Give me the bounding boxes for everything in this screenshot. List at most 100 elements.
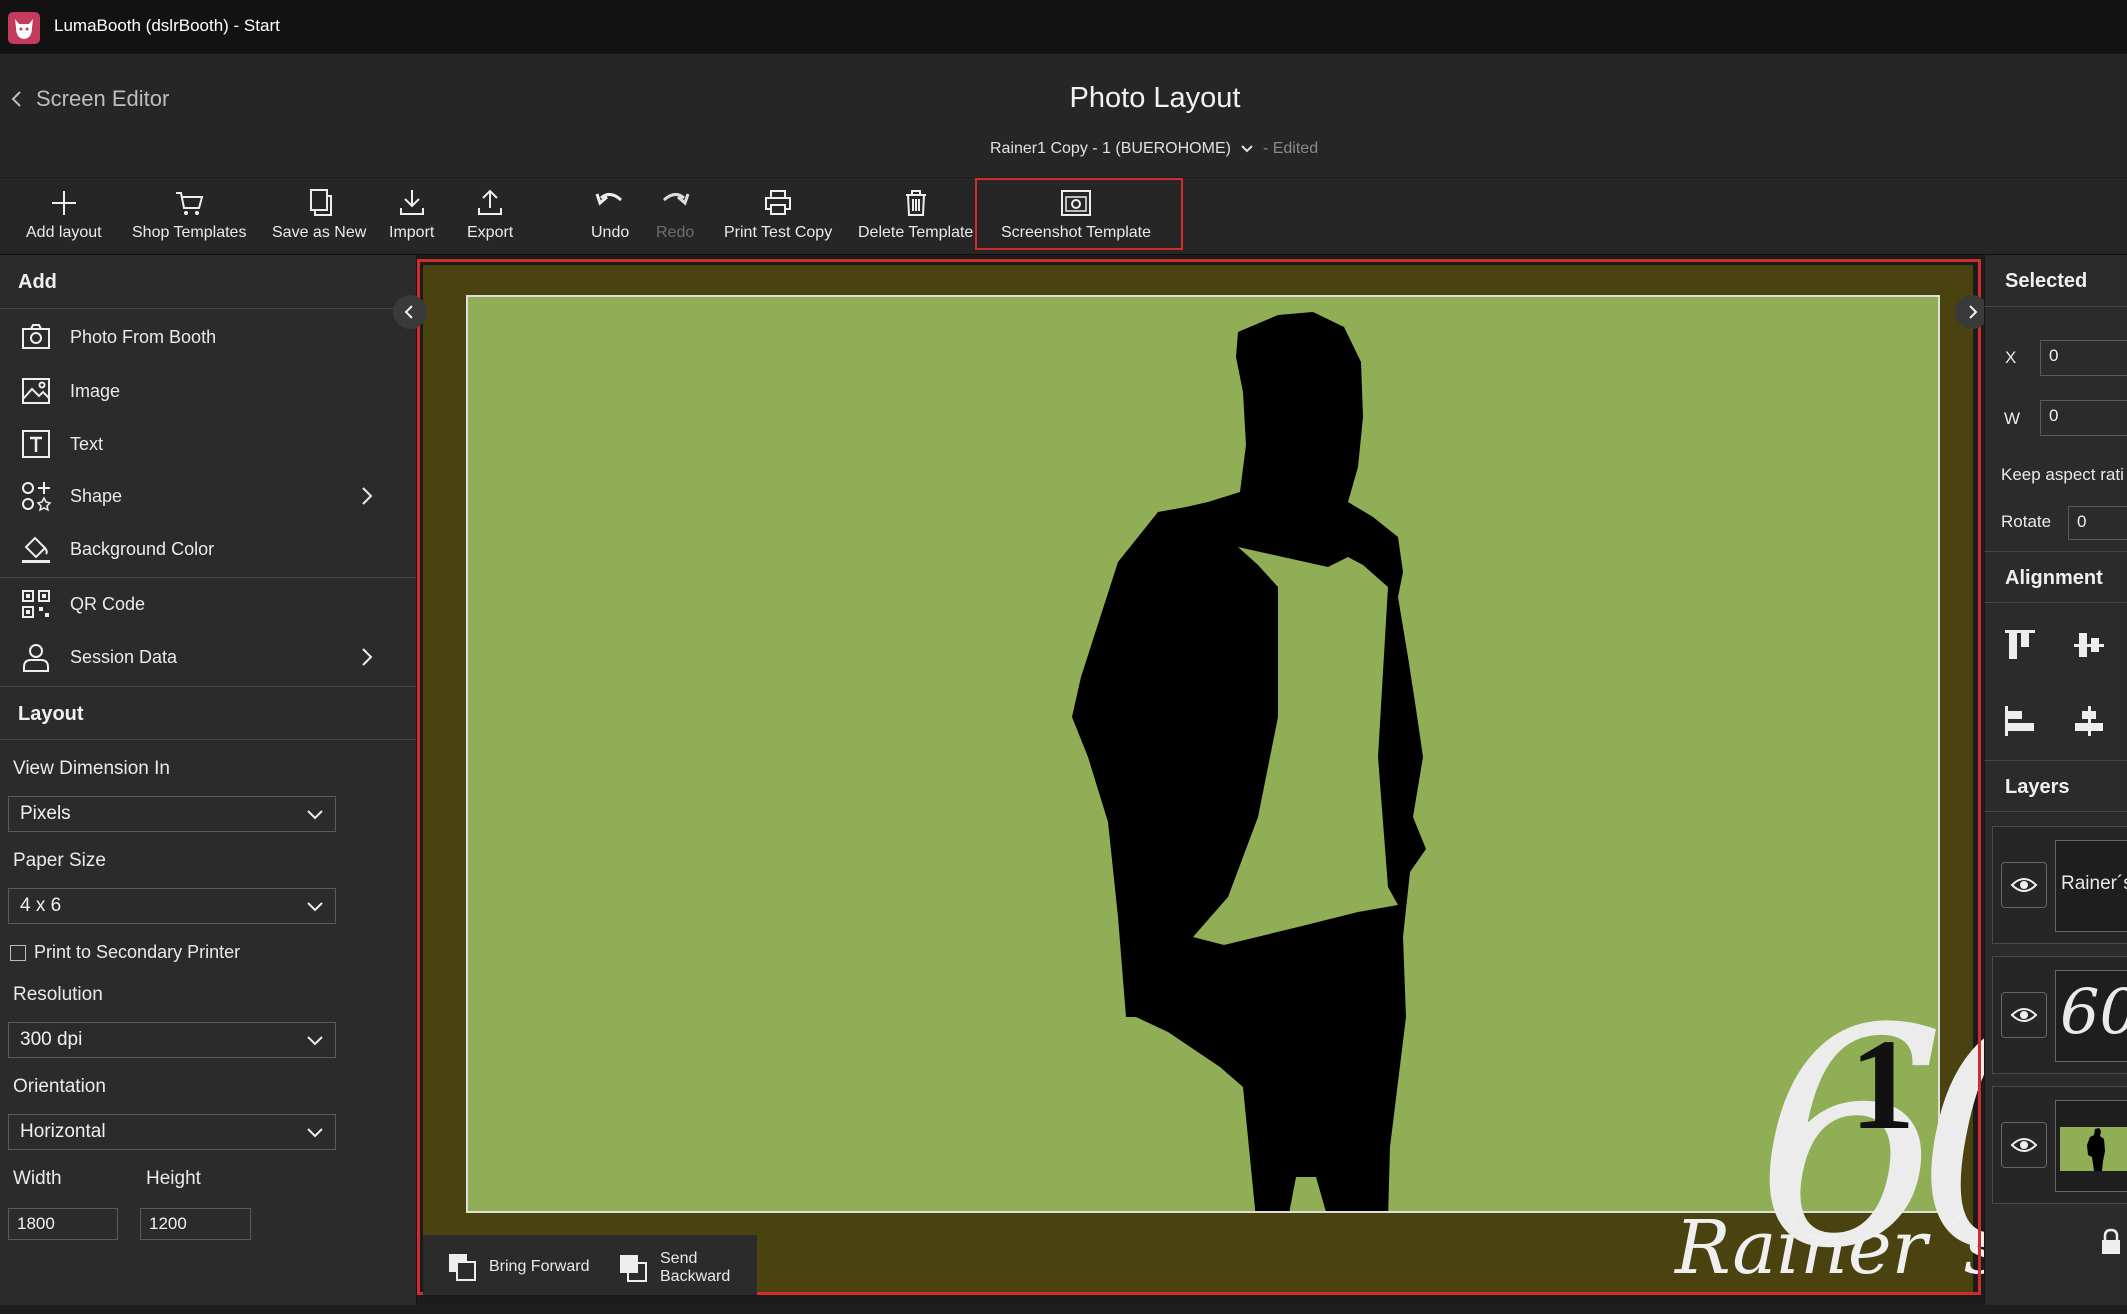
- chevron-down-icon: [307, 902, 323, 912]
- chevron-right-icon: [1969, 305, 1978, 319]
- camera-icon: [22, 324, 50, 349]
- export-button[interactable]: Export: [467, 186, 513, 242]
- shapes-icon: [22, 482, 52, 512]
- width-input[interactable]: 1800: [8, 1208, 118, 1240]
- undo-button[interactable]: Undo: [591, 186, 629, 242]
- add-photo-from-booth[interactable]: Photo From Booth: [0, 311, 416, 363]
- paper-size-select[interactable]: 4 x 6: [8, 888, 336, 924]
- eye-icon: [2010, 1138, 2038, 1152]
- photo-thumbnail: [2060, 1127, 2127, 1171]
- rotate-input[interactable]: 0: [2068, 506, 2127, 540]
- image-icon: [22, 378, 50, 404]
- camera-icon: [1061, 190, 1091, 216]
- width-label: Width: [13, 1168, 62, 1189]
- height-input[interactable]: 1200: [140, 1208, 251, 1240]
- redo-button[interactable]: Redo: [656, 186, 694, 242]
- eye-icon: [2010, 1008, 2038, 1022]
- plus-icon: [51, 191, 76, 215]
- add-shape[interactable]: Shape: [0, 470, 416, 522]
- paint-bucket-icon: [22, 536, 50, 563]
- add-text[interactable]: Text: [0, 418, 416, 470]
- orientation-select[interactable]: Horizontal: [8, 1114, 336, 1150]
- silhouette-icon: [2087, 1128, 2105, 1171]
- template-selector[interactable]: Rainer1 Copy - 1 (BUEROHOME) - Edited: [990, 140, 1318, 158]
- add-session-data[interactable]: Session Data: [0, 631, 416, 683]
- orientation-label: Orientation: [13, 1076, 106, 1097]
- layer-thumbnail-text: 60: [2060, 975, 2127, 1048]
- redo-label: Redo: [656, 224, 695, 241]
- w-input[interactable]: 0: [2040, 400, 2127, 436]
- secondary-printer-label: Print to Secondary Printer: [34, 942, 241, 962]
- upload-icon: [478, 189, 503, 215]
- layer-visibility-toggle[interactable]: [2001, 992, 2047, 1038]
- image-label: Image: [70, 380, 121, 401]
- bring-forward-button[interactable]: Bring Forward: [445, 1250, 589, 1284]
- resolution-label: Resolution: [13, 984, 103, 1005]
- import-button[interactable]: Import: [389, 186, 434, 242]
- rotate-label: Rotate: [2001, 512, 2052, 531]
- collapse-left-panel-button[interactable]: [393, 295, 427, 329]
- printer-icon: [765, 190, 792, 215]
- add-section-heading: Add: [0, 255, 416, 309]
- resolution-select[interactable]: 300 dpi: [8, 1022, 336, 1058]
- bring-forward-icon: [449, 1254, 476, 1281]
- orientation-value: Horizontal: [20, 1121, 106, 1142]
- print-test-copy-button[interactable]: Print Test Copy: [724, 186, 832, 242]
- layer-visibility-toggle[interactable]: [2001, 862, 2047, 908]
- add-qr-code[interactable]: QR Code: [0, 578, 416, 630]
- chevron-down-icon: [307, 810, 323, 820]
- delete-template-label: Delete Template: [858, 224, 974, 241]
- edited-status: - Edited: [1262, 140, 1319, 157]
- view-dimension-label: View Dimension In: [13, 758, 171, 779]
- layer-visibility-toggle[interactable]: [2001, 1122, 2047, 1168]
- view-dimension-value: Pixels: [20, 803, 71, 824]
- alignment-heading: Alignment: [1984, 551, 2127, 603]
- layer-thumbnail: Rainer´s: [2055, 840, 2127, 932]
- align-center-icon[interactable]: [2071, 703, 2107, 739]
- paper-size-label: Paper Size: [13, 850, 106, 871]
- qr-code-label: QR Code: [70, 593, 146, 614]
- redo-icon: [663, 193, 690, 206]
- window-title: LumaBooth (dslrBooth) - Start: [54, 16, 280, 35]
- bring-forward-label: Bring Forward: [489, 1258, 590, 1275]
- align-left-icon[interactable]: [2002, 703, 2038, 739]
- x-input[interactable]: 0: [2040, 340, 2127, 376]
- height-label: Height: [146, 1168, 201, 1189]
- qr-code-icon: [22, 590, 50, 618]
- eye-icon: [2010, 878, 2038, 892]
- export-label: Export: [467, 224, 514, 241]
- send-backward-icon: [620, 1255, 647, 1282]
- x-label: X: [2005, 348, 2017, 367]
- title-bar: [0, 0, 2127, 55]
- chevron-down-icon: [307, 1128, 323, 1138]
- view-dimension-select[interactable]: Pixels: [8, 796, 336, 832]
- session-data-label: Session Data: [70, 646, 178, 667]
- background-color-label: Background Color: [70, 538, 215, 559]
- secondary-printer-checkbox[interactable]: [10, 945, 26, 961]
- screenshot-template-button[interactable]: Screenshot Template: [1001, 186, 1151, 242]
- align-top-icon[interactable]: [2002, 627, 2038, 663]
- editor-header: [0, 55, 2127, 177]
- page-title: Photo Layout: [1069, 82, 1241, 114]
- add-layout-button[interactable]: Add layout: [26, 186, 102, 242]
- add-image[interactable]: Image: [0, 365, 416, 417]
- text-label: Text: [70, 433, 104, 454]
- layer-thumbnail-text: Rainer´s: [2061, 873, 2127, 894]
- save-as-new-button[interactable]: Save as New: [272, 186, 366, 242]
- send-backward-button[interactable]: Send Backward: [616, 1250, 730, 1286]
- layers-heading: Layers: [1984, 760, 2127, 812]
- import-label: Import: [389, 224, 435, 241]
- keep-aspect-ratio-label[interactable]: Keep aspect rati: [2001, 465, 2124, 485]
- undo-label: Undo: [591, 224, 630, 241]
- selected-heading: Selected: [1984, 255, 2127, 307]
- screenshot-template-label: Screenshot Template: [1001, 224, 1152, 241]
- add-background-color[interactable]: Background Color: [0, 523, 416, 575]
- layout-section-heading: Layout: [0, 686, 416, 740]
- delete-template-button[interactable]: Delete Template: [858, 186, 973, 242]
- shop-templates-button[interactable]: Shop Templates: [132, 186, 246, 242]
- align-middle-icon[interactable]: [2071, 627, 2107, 663]
- chevron-right-icon: [362, 487, 373, 505]
- chevron-left-icon: [404, 305, 413, 319]
- print-test-copy-label: Print Test Copy: [724, 224, 833, 241]
- lock-icon[interactable]: [2100, 1228, 2122, 1256]
